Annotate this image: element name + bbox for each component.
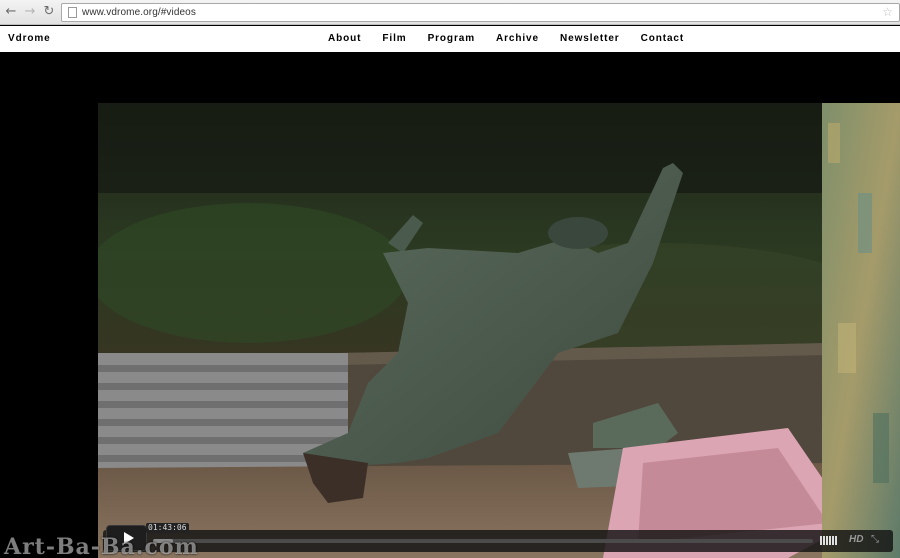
volume-icon[interactable] <box>820 536 837 545</box>
forward-icon[interactable]: → <box>22 4 38 20</box>
timecode: 01:43:06 <box>146 523 189 533</box>
watermark: Art-Ba-Ba.com <box>4 534 199 558</box>
reload-icon[interactable]: ↻ <box>41 4 57 20</box>
nav-about[interactable]: About <box>328 33 361 44</box>
main-nav: About Film Program Archive Newsletter Co… <box>328 33 705 44</box>
url-text[interactable]: www.vdrome.org/#videos <box>82 6 196 20</box>
hd-toggle[interactable]: HD <box>849 534 863 545</box>
nav-program[interactable]: Program <box>428 33 475 44</box>
nav-film[interactable]: Film <box>382 33 406 44</box>
site-brand[interactable]: Vdrome <box>8 33 51 44</box>
fullscreen-icon[interactable]: ⤡ <box>871 534 879 545</box>
video-frame[interactable] <box>98 103 900 558</box>
video-still <box>98 103 900 558</box>
nav-newsletter[interactable]: Newsletter <box>560 33 620 44</box>
progress-bar[interactable] <box>153 539 813 543</box>
site-header: Vdrome About Film Program Archive Newsle… <box>0 26 900 52</box>
video-stage: 01:43:06 HD ⤡ <box>0 52 900 558</box>
player-controls: 01:43:06 HD ⤡ <box>103 523 893 552</box>
bookmark-star-icon[interactable]: ☆ <box>882 5 893 19</box>
back-icon[interactable]: ← <box>3 4 19 20</box>
address-bar[interactable]: www.vdrome.org/#videos ☆ <box>61 3 900 22</box>
browser-toolbar: ← → ↻ www.vdrome.org/#videos ☆ <box>0 0 900 25</box>
nav-contact[interactable]: Contact <box>641 33 685 44</box>
page-icon <box>68 7 77 18</box>
nav-archive[interactable]: Archive <box>496 33 539 44</box>
